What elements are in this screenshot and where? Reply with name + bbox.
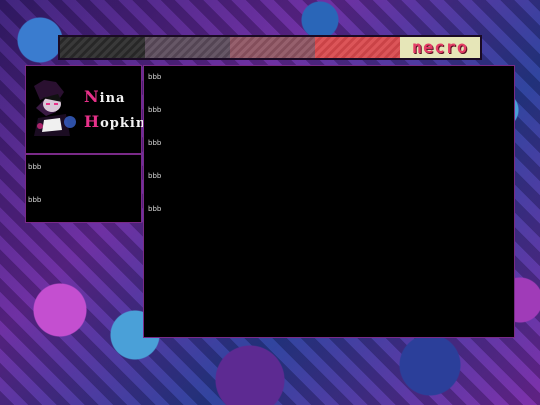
profile-first-name: Nina: [84, 87, 126, 106]
color-segment-3: [230, 37, 315, 58]
content-item[interactable]: bbb: [148, 205, 161, 213]
top-color-bar: necro: [58, 35, 482, 60]
content-item[interactable]: bbb: [148, 73, 161, 81]
content-item[interactable]: bbb: [148, 172, 161, 180]
avatar: [30, 78, 82, 138]
content-item[interactable]: bbb: [148, 106, 161, 114]
sidebar-item[interactable]: bbb: [28, 163, 41, 171]
color-segment-4: [315, 37, 400, 58]
color-segment-1: [60, 37, 145, 58]
profile-panel: Nina Hopkins: [25, 65, 154, 154]
main-content-panel: bbb bbb bbb bbb bbb: [143, 65, 515, 338]
color-segment-2: [145, 37, 230, 58]
content-item[interactable]: bbb: [148, 139, 161, 147]
sidebar-panel: bbb bbb: [25, 154, 142, 223]
sidebar-item[interactable]: bbb: [28, 196, 41, 204]
site-logo-text: necro: [411, 37, 469, 58]
site-logo[interactable]: necro: [400, 37, 480, 58]
